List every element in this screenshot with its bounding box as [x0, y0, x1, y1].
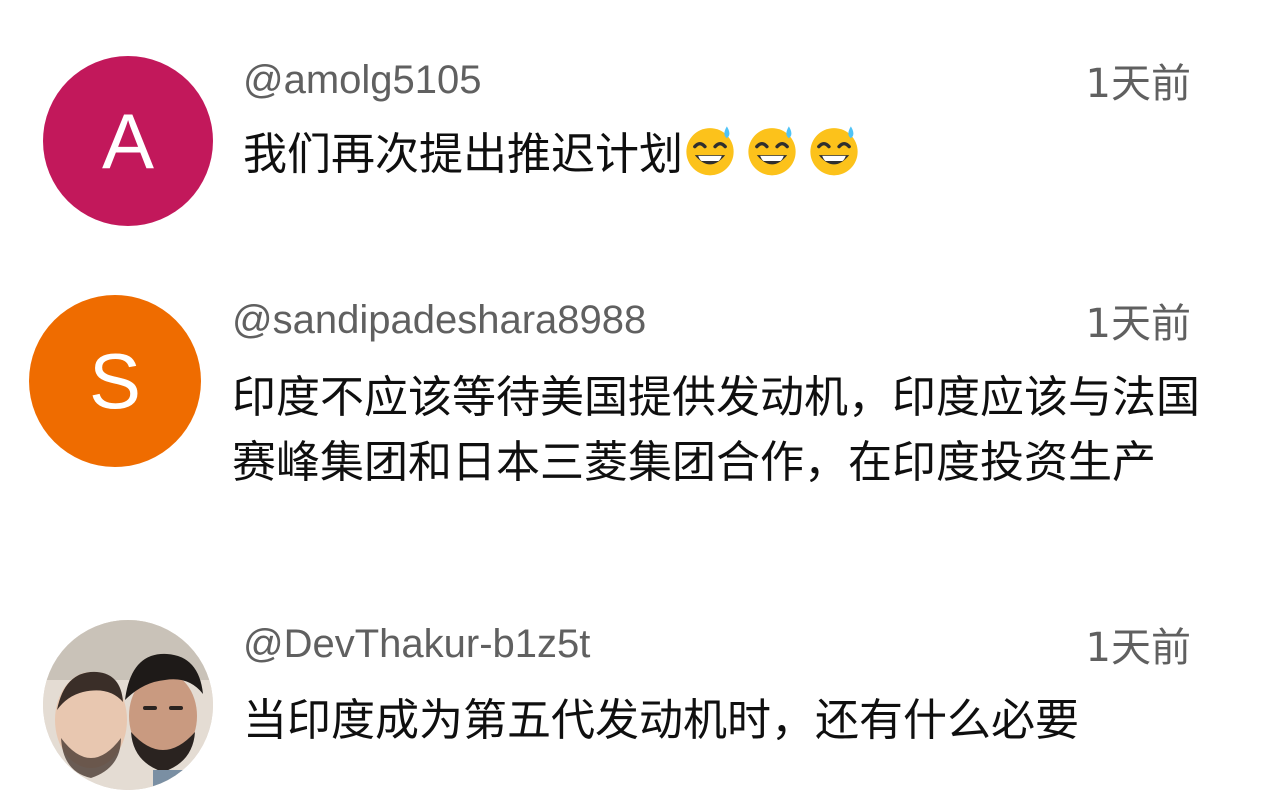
- comment-item: A @amolg5105 1天前 我们再次提出推迟计划: [0, 0, 1280, 240]
- avatar[interactable]: [43, 620, 213, 790]
- user-photo-icon: [43, 620, 213, 790]
- comment-text: 当印度成为第五代发动机时，还有什么必要: [243, 695, 1079, 746]
- comment-author-handle[interactable]: @sandipadeshara8988: [232, 296, 646, 344]
- grinning-sweat-emoji-icon: [745, 123, 799, 177]
- comment-text: 我们再次提出推迟计划: [243, 122, 1203, 187]
- comment-timestamp: 1天前: [1085, 61, 1191, 107]
- comment-timestamp: 1天前: [1085, 625, 1191, 671]
- comment-timestamp: 1天前: [1085, 301, 1191, 347]
- avatar-letter: A: [101, 97, 155, 185]
- avatar-letter: S: [88, 337, 142, 425]
- comment-author-handle[interactable]: @DevThakur-b1z5t: [243, 620, 590, 668]
- avatar[interactable]: S: [29, 295, 201, 467]
- grinning-sweat-emoji-icon: [683, 123, 737, 177]
- comment-text-content: 我们再次提出推迟计划: [243, 129, 683, 180]
- avatar[interactable]: A: [43, 56, 213, 226]
- grinning-sweat-emoji-icon: [807, 123, 861, 177]
- comment-text: 印度不应该等待美国提供发动机，印度应该与法国赛峰集团和日本三菱集团合作，在印度投…: [232, 372, 1200, 488]
- comment-author-handle[interactable]: @amolg5105: [243, 56, 482, 104]
